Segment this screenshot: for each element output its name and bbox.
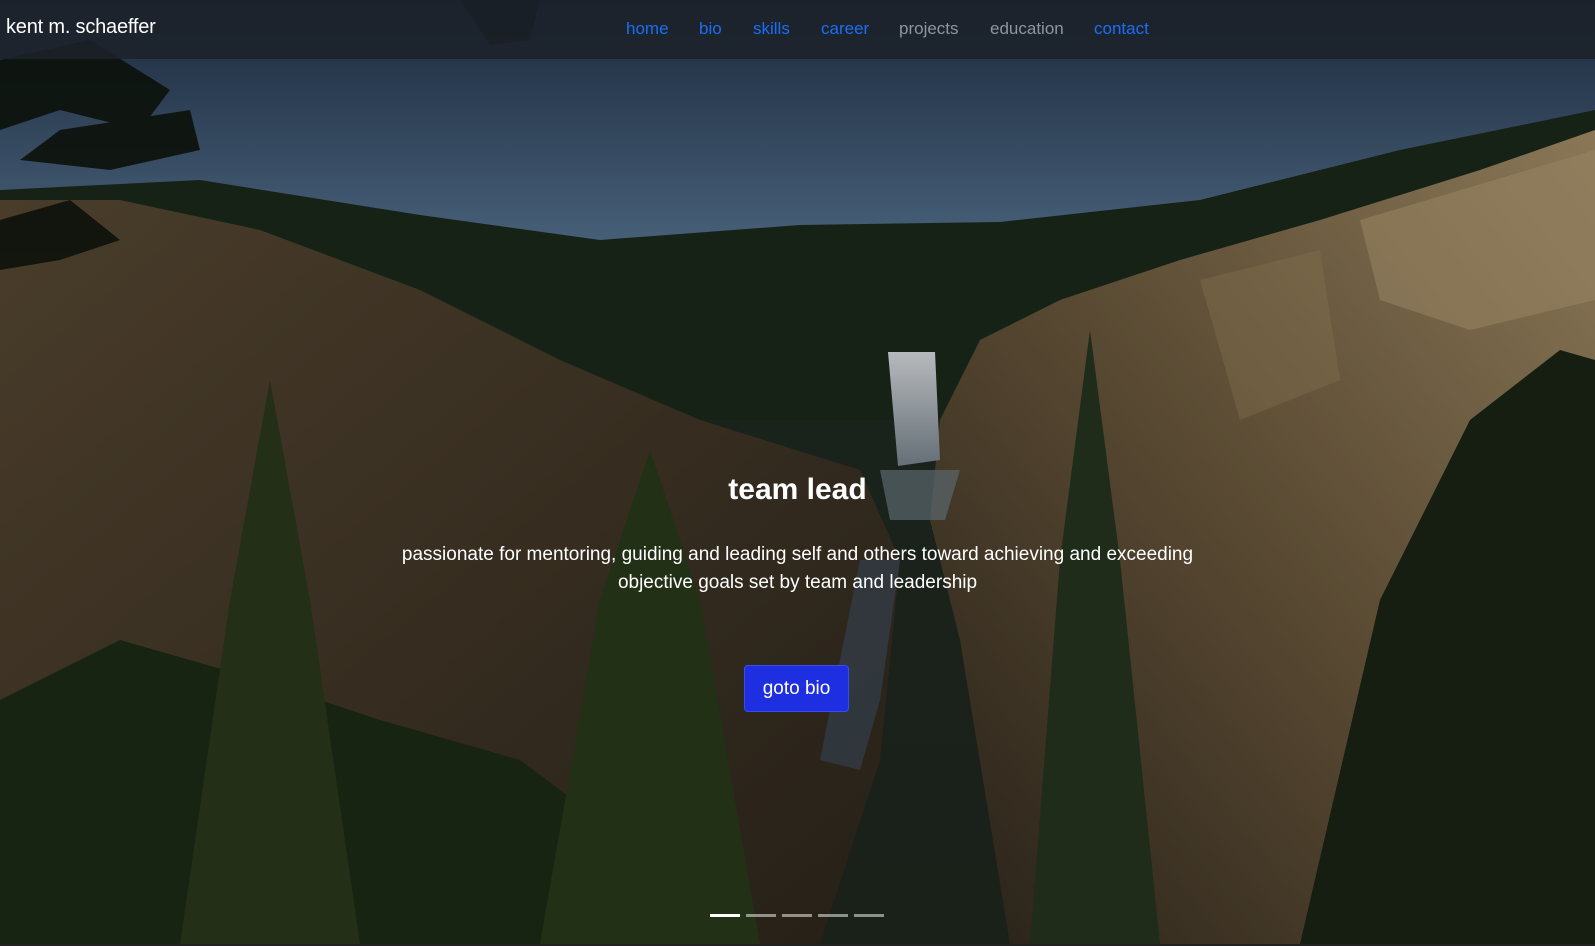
nav-link-projects[interactable]: projects	[899, 19, 959, 39]
top-navbar: kent m. schaeffer home bio skills career…	[0, 0, 1595, 59]
carousel-indicator-1[interactable]	[710, 914, 740, 917]
carousel-indicator-5[interactable]	[854, 914, 884, 917]
slide-description: passionate for mentoring, guiding and le…	[0, 541, 1595, 597]
nav-link-education[interactable]: education	[990, 19, 1064, 39]
carousel-indicator-2[interactable]	[746, 914, 776, 917]
slide-description-line-1: passionate for mentoring, guiding and le…	[401, 544, 1194, 565]
slide-title: team lead	[728, 473, 867, 506]
nav-links: home bio skills career projects educatio…	[0, 19, 1595, 43]
hero-background-image	[0, 0, 1595, 944]
carousel-indicator-3[interactable]	[782, 914, 812, 917]
carousel-indicator-4[interactable]	[818, 914, 848, 917]
nav-link-career[interactable]: career	[821, 19, 869, 39]
nav-link-bio[interactable]: bio	[699, 19, 722, 39]
nav-link-home[interactable]: home	[626, 19, 669, 39]
goto-bio-button[interactable]: goto bio	[744, 665, 849, 712]
nav-link-skills[interactable]: skills	[753, 19, 790, 39]
nav-link-contact[interactable]: contact	[1094, 19, 1149, 39]
slide-description-line-2: objective goals set by team and leadersh…	[617, 572, 978, 593]
